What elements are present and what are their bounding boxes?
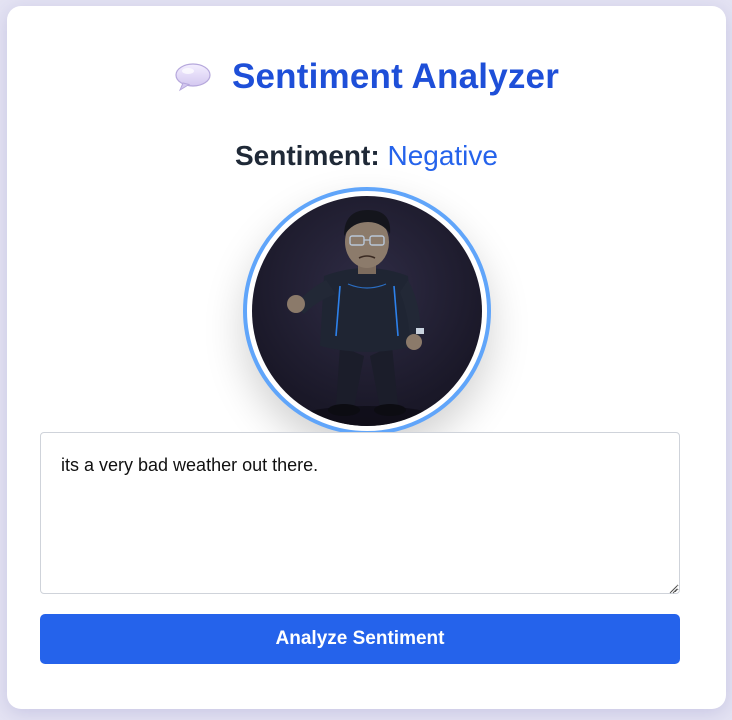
analyze-sentiment-button[interactable]: Analyze Sentiment	[40, 614, 680, 664]
resize-handle-icon[interactable]	[668, 581, 678, 594]
sad-character-avatar-image	[252, 196, 482, 426]
avatar	[243, 187, 491, 435]
header: Sentiment Analyzer	[7, 52, 726, 102]
speech-balloon-icon	[174, 62, 212, 92]
page-title: Sentiment Analyzer	[231, 57, 560, 96]
sentiment-label: Sentiment:	[235, 140, 380, 171]
sentiment-text-input[interactable]	[40, 432, 680, 594]
sentiment-value: Negative	[387, 140, 498, 171]
sentiment-result: Sentiment: Negative	[7, 140, 726, 172]
analyzer-card: Sentiment Analyzer Sentiment: Negative	[7, 6, 726, 709]
